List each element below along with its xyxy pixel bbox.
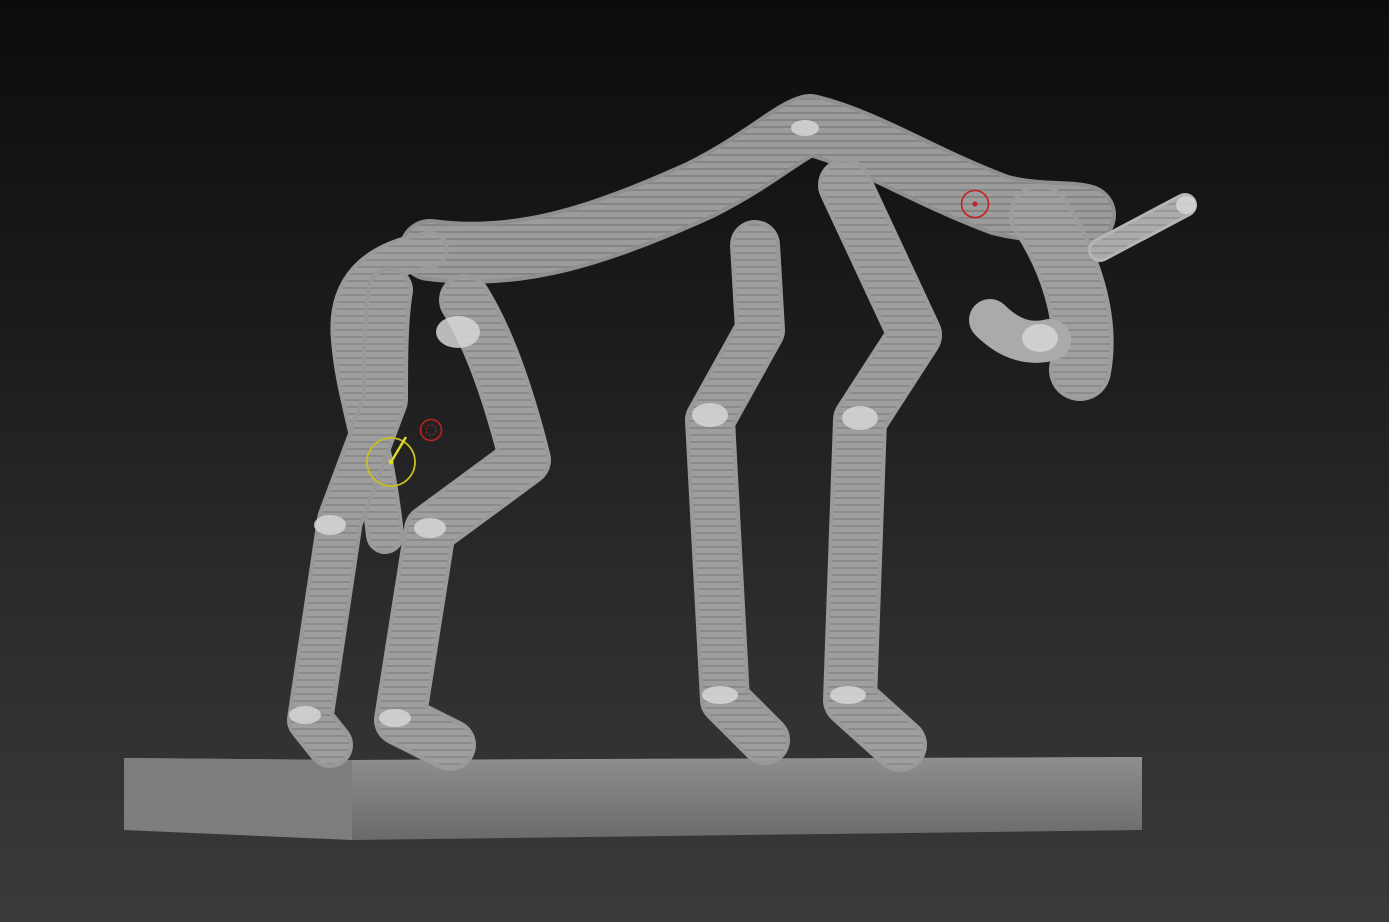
red-marker-tail[interactable] bbox=[419, 418, 443, 442]
zbrush-viewport[interactable] bbox=[0, 0, 1389, 922]
canvas-scene[interactable] bbox=[0, 0, 1389, 922]
zsphere-animal-model[interactable] bbox=[287, 94, 1197, 772]
pedestal-base bbox=[124, 757, 1142, 840]
